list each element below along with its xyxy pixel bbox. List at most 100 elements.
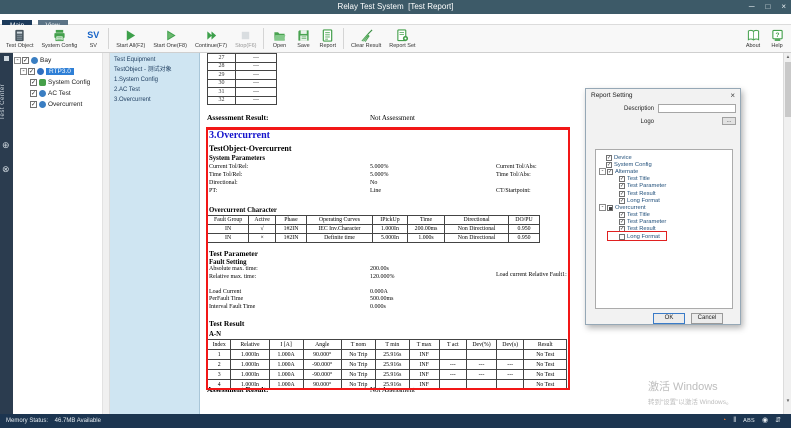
section-subtitle: TestObject-Overcurrent <box>209 144 292 153</box>
character-heading: Overcurrent Character <box>209 207 277 214</box>
table-cell: --- <box>439 360 467 370</box>
checkbox[interactable]: ✓ <box>619 191 625 197</box>
checkbox[interactable]: ✓ <box>619 198 625 204</box>
checkbox[interactable]: ✓ <box>619 176 625 182</box>
logo-browse-button[interactable]: ... <box>722 117 736 125</box>
checkbox[interactable]: ✓ <box>619 183 625 189</box>
continue-button[interactable]: Continue(F7) <box>191 25 231 52</box>
sv-button[interactable]: SVSV <box>81 25 105 52</box>
table-cell: 27 <box>208 54 236 63</box>
dialog-close-icon[interactable]: × <box>730 89 735 102</box>
nav-item-2-ac-test[interactable]: 2.AC Test <box>110 85 199 95</box>
dock-pin-icon[interactable] <box>4 56 9 61</box>
tree-item-bay[interactable]: - ✓ Bay <box>13 55 102 66</box>
help-button[interactable]: ?Help <box>765 25 789 52</box>
table-cell <box>439 350 467 360</box>
table-cell: 0.950 <box>509 225 540 234</box>
table-cell: No Test <box>524 380 567 390</box>
table-cell: 3 <box>208 370 231 380</box>
system-config-button[interactable]: System Config <box>38 25 82 52</box>
section-item-test-result[interactable]: ✓Test Result <box>596 190 732 197</box>
nav-item-1-system-config[interactable]: 1.System Config <box>110 75 199 85</box>
section-item-system-config[interactable]: ✓System Config <box>596 161 732 168</box>
save-button[interactable]: Save <box>291 25 315 52</box>
nav-item-test-equipment[interactable]: Test Equipment <box>110 55 199 65</box>
parameter-text: 5.000% <box>370 172 389 178</box>
about-button[interactable]: About <box>741 25 765 52</box>
scroll-down-icon[interactable]: ▼ <box>784 397 791 405</box>
section-item-label: Test Parameter <box>627 219 666 225</box>
section-item-test-parameter[interactable]: ✓Test Parameter <box>596 219 732 226</box>
section-item-test-parameter[interactable]: ✓Test Parameter <box>596 183 732 190</box>
parameter-text: No <box>370 180 377 186</box>
tree-item-device[interactable]: - ✓ RTP3.0 <box>13 66 102 77</box>
checkbox[interactable]: ✓ <box>30 79 37 86</box>
parameter-text: Directional: <box>209 180 238 186</box>
collapse-icon[interactable]: - <box>14 57 21 64</box>
cancel-button[interactable]: Cancel <box>691 313 723 324</box>
nav-item-3-overcurrent[interactable]: 3.Overcurrent <box>110 95 199 105</box>
start-all-button[interactable]: Start All(F2) <box>112 25 149 52</box>
report-set-button[interactable]: Report Set <box>385 25 419 52</box>
toolbar-button-label: Save <box>297 43 310 49</box>
open-button[interactable]: Open <box>267 25 291 52</box>
table-cell: IN <box>208 225 249 234</box>
section-item-long-format[interactable]: ✓Long Format <box>596 197 732 204</box>
logo-label: Logo <box>600 119 654 125</box>
parameter-text: PerFault Time <box>209 296 243 302</box>
add-circle-icon[interactable]: ⊕ <box>2 141 10 150</box>
clear-result-button[interactable]: Clear Result <box>347 25 385 52</box>
section-item-test-title[interactable]: ✓Test Title <box>596 176 732 183</box>
table-cell: 1 <box>208 350 231 360</box>
section-item-alternate[interactable]: -✓Alternate <box>596 168 732 175</box>
checkbox[interactable]: ✓ <box>28 68 35 75</box>
device-tree: - ✓ Bay - ✓ RTP3.0 ✓ System Config ✓ AC … <box>13 53 103 414</box>
parameter-text: CT/Startpoint: <box>496 188 531 194</box>
collapse-icon[interactable]: - <box>599 204 606 211</box>
close-icon[interactable]: × <box>781 0 786 14</box>
fault-setting-heading: Fault Setting <box>209 259 247 266</box>
checkbox[interactable]: ✓ <box>30 101 37 108</box>
description-input[interactable] <box>658 104 736 113</box>
tree-item-ac-test[interactable]: ✓ AC Test <box>13 88 102 99</box>
checkbox[interactable]: ✓ <box>30 90 37 97</box>
collapse-icon[interactable]: - <box>20 68 27 75</box>
ok-button[interactable]: OK <box>653 313 685 324</box>
tree-scrollbar[interactable] <box>103 53 110 414</box>
table-row: IN√1#2INIEC Inv.Character1.000In200.00ms… <box>208 225 540 234</box>
tree-item-overcurrent[interactable]: ✓ Overcurrent <box>13 99 102 110</box>
test-center-tab[interactable]: Test Center <box>0 67 13 137</box>
maximize-icon[interactable]: □ <box>765 0 770 14</box>
start-one-icon <box>164 28 177 42</box>
checkbox[interactable]: ✓ <box>606 162 612 168</box>
report-button[interactable]: Report <box>315 25 340 52</box>
stop-button[interactable]: Stop(F6) <box>231 25 260 52</box>
table-cell: --- <box>496 360 524 370</box>
scrollbar-thumb[interactable] <box>785 62 791 117</box>
nav-item-testobject[interactable]: TestObject - 测试对象 <box>110 65 199 75</box>
collapse-icon[interactable]: - <box>599 168 606 175</box>
application-window: Relay Test System [Test Report] ─ □ × Ma… <box>0 0 791 428</box>
tree-item-label-selected: RTP3.0 <box>46 68 74 75</box>
table-cell: --- <box>236 54 277 63</box>
table-cell: IN <box>208 234 249 243</box>
section-title: 3.Overcurrent <box>209 130 270 141</box>
section-item-test-title[interactable]: ✓Test Title <box>596 212 732 219</box>
section-item-device[interactable]: ✓Device <box>596 154 732 161</box>
checkbox[interactable] <box>607 205 613 211</box>
minimize-icon[interactable]: ─ <box>749 0 755 14</box>
test-object-button[interactable]: Test Object <box>2 25 38 52</box>
start-one-button[interactable]: Start One(F8) <box>149 25 191 52</box>
checkbox[interactable]: ✓ <box>619 212 625 218</box>
tree-item-system-config[interactable]: ✓ System Config <box>13 77 102 88</box>
checkbox[interactable]: ✓ <box>22 57 29 64</box>
section-item-long-format[interactable]: Long Format <box>596 233 732 240</box>
scroll-up-icon[interactable]: ▲ <box>784 53 791 61</box>
checkbox[interactable]: ✓ <box>607 169 613 175</box>
checkbox[interactable]: ✓ <box>606 155 612 161</box>
checkbox[interactable]: ✓ <box>619 219 625 225</box>
table-cell: 1#2IN <box>276 225 307 234</box>
vertical-scrollbar[interactable]: ▲ ▼ <box>783 53 791 414</box>
section-item-overcurrent[interactable]: -Overcurrent <box>596 204 732 211</box>
close-circle-icon[interactable]: ⊗ <box>2 165 10 174</box>
